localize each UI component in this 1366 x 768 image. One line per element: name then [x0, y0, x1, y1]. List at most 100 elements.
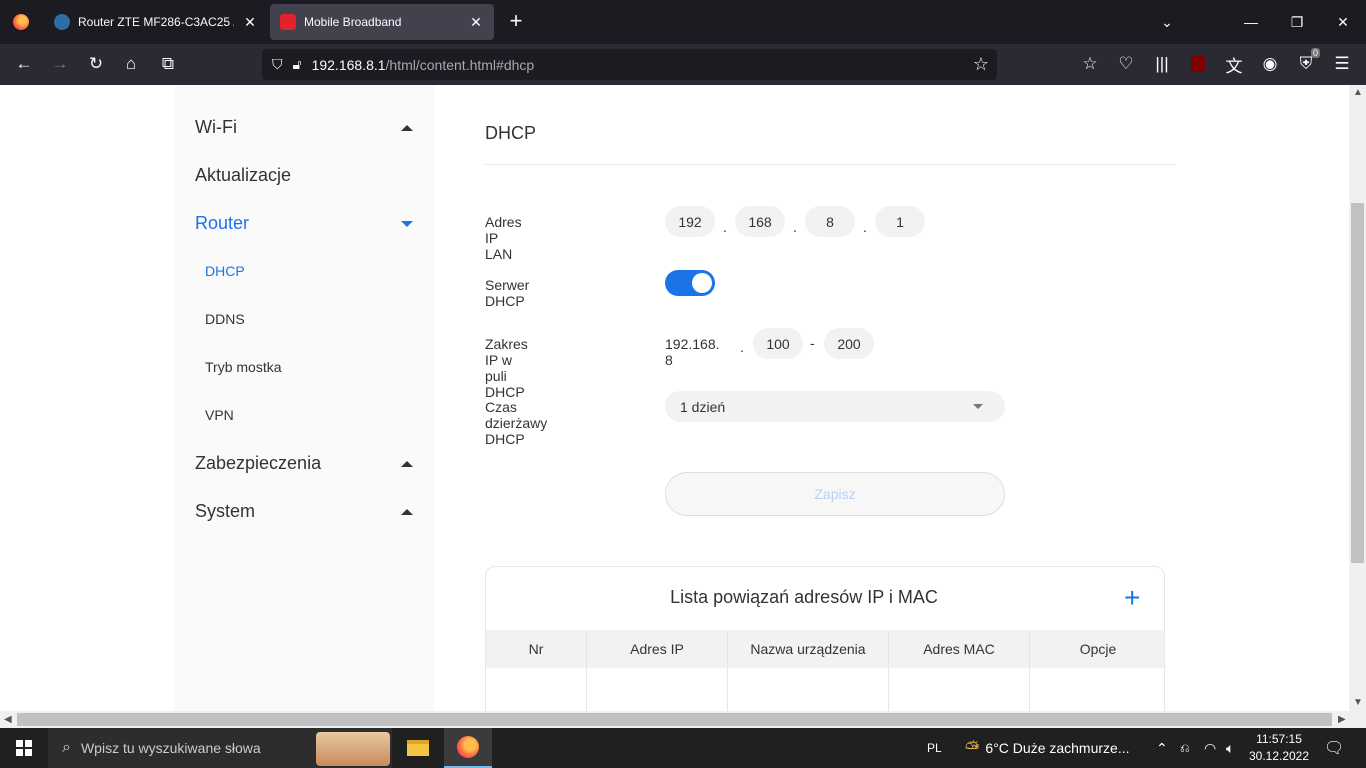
sidebar-item-router[interactable]: Router [195, 213, 249, 234]
weather-widget[interactable]: ⛅︎ 6°C Duże zachmurze... [965, 728, 1130, 768]
tab-mobile-broadband[interactable]: Mobile Broadband ✕ [270, 4, 494, 40]
home-icon[interactable]: ⌂ [119, 52, 143, 76]
firefox-view-button[interactable] [0, 0, 42, 44]
file-explorer-icon[interactable] [394, 728, 442, 768]
firefox-icon [13, 14, 29, 30]
scroll-left-icon[interactable]: ◀ [4, 714, 12, 725]
scroll-down-icon[interactable]: ▼ [1353, 697, 1363, 708]
windows-icon [16, 740, 32, 756]
minimize-icon[interactable]: — [1228, 0, 1274, 44]
sidebar-item-system[interactable]: System [195, 501, 255, 522]
column-header: Adres IP [587, 630, 728, 668]
extension-shield-icon[interactable]: ⛨ 0 [1294, 48, 1320, 76]
lan-ip-label: Adres IP LAN [485, 214, 522, 262]
pool-label: Zakres IP w puli DHCP [485, 336, 528, 400]
menu-icon[interactable]: ☰ [1330, 52, 1354, 76]
column-header: Nr [486, 630, 587, 668]
sidebar-item-wifi[interactable]: Wi-Fi [195, 117, 237, 138]
column-header: Nazwa urządzenia [728, 630, 889, 668]
search-highlight-icon [316, 732, 390, 766]
scrollbar-thumb[interactable] [17, 713, 1332, 726]
scroll-up-icon[interactable]: ▲ [1353, 87, 1363, 98]
clock-date: 30.12.2022 [1248, 749, 1310, 763]
pool-start-input[interactable]: 100 [753, 328, 803, 359]
table-header: Nr Adres IP Nazwa urządzenia Adres MAC O… [486, 630, 1164, 668]
divider [485, 164, 1175, 165]
library-icon[interactable]: ||| [1150, 52, 1174, 76]
start-button[interactable] [0, 728, 48, 768]
pool-separator: - [810, 335, 815, 351]
vertical-scrollbar[interactable]: ▲ ▼ [1349, 85, 1366, 711]
ip-dot: . [863, 219, 867, 235]
zte-favicon-icon [54, 14, 70, 30]
sidebar-subitem-ddns[interactable]: DDNS [205, 311, 245, 327]
tab-router-zte[interactable]: Router ZTE MF286-C3AC25 / T-Mobile ✕ [44, 0, 268, 44]
dhcp-server-toggle[interactable] [665, 270, 715, 296]
chevron-down-icon[interactable] [401, 221, 413, 227]
table-row [486, 668, 1164, 711]
pool-end-input[interactable]: 200 [824, 328, 874, 359]
url-host: 192.168.8.1 [311, 56, 386, 73]
card-title: Lista powiązań adresów IP i MAC [670, 587, 938, 607]
chevron-up-icon[interactable]: ⌃ [1156, 728, 1168, 768]
scrollbar-thumb[interactable] [1351, 203, 1364, 563]
ublock-icon[interactable] [1186, 52, 1210, 76]
lease-select[interactable]: 1 dzień [665, 391, 1005, 422]
firefox-taskbar-icon[interactable] [444, 728, 492, 768]
forward-icon[interactable]: → [48, 52, 72, 76]
sidebar-subitem-dhcp[interactable]: DHCP [205, 263, 245, 279]
system-clock[interactable]: 11:57:15 30.12.2022 [1240, 731, 1318, 765]
pool-prefix: 192.168. 8 [665, 336, 720, 368]
cloudy-sun-icon: ⛅︎ [965, 737, 980, 758]
sidebar-item-zabezpieczenia[interactable]: Zabezpieczenia [195, 453, 321, 474]
volume-icon[interactable]: 🔈︎ [1226, 728, 1234, 768]
translate-icon[interactable]: 文 [1222, 52, 1246, 76]
chevron-up-icon[interactable] [401, 461, 413, 467]
chevron-up-icon[interactable] [401, 125, 413, 131]
language-indicator[interactable]: PL [927, 728, 942, 768]
url-path: /html/content.html#dhcp [385, 56, 535, 73]
pocket-save-icon[interactable]: ☆ [1078, 52, 1102, 76]
insecure-lock-icon[interactable]: 🔓︎ [293, 56, 302, 73]
weather-text: 6°C Duże zachmurze... [985, 740, 1130, 756]
shield-icon[interactable]: ⛉ [272, 56, 283, 73]
privacy-eye-icon[interactable]: ◉ [1258, 52, 1282, 76]
notifications-icon[interactable]: 🗨︎ [1324, 728, 1344, 768]
lan-ip-octet-2[interactable]: 168 [735, 206, 785, 237]
list-all-tabs-icon[interactable]: ⌄ [1144, 0, 1190, 44]
dhcp-server-label: Serwer DHCP [485, 277, 530, 309]
add-binding-icon[interactable]: + [1124, 584, 1140, 612]
sidebar-item-aktualizacje[interactable]: Aktualizacje [195, 165, 291, 186]
lease-label: Czas dzierżawy DHCP [485, 399, 548, 447]
network-icon[interactable]: ⎌ [1180, 728, 1190, 768]
tab-title: Mobile Broadband [304, 15, 402, 29]
pocket-icon[interactable]: ♡ [1114, 52, 1138, 76]
search-icon: ⌕ [62, 739, 71, 756]
lan-ip-octet-4[interactable]: 1 [875, 206, 925, 237]
close-icon[interactable]: ✕ [468, 14, 484, 31]
restore-icon[interactable]: ❐ [1274, 0, 1320, 44]
sidebar-subitem-tryb-mostka[interactable]: Tryb mostka [205, 359, 282, 375]
ip-dot: . [723, 219, 727, 235]
page: Wi-Fi Aktualizacje Router DHCP DDNS Tryb… [0, 85, 1349, 711]
taskbar-search[interactable]: ⌕ Wpisz tu wyszukiwane słowa [48, 728, 392, 768]
scroll-right-icon[interactable]: ▶ [1338, 714, 1346, 725]
save-button[interactable]: Zapisz [665, 472, 1005, 516]
lan-ip-octet-3[interactable]: 8 [805, 206, 855, 237]
extensions-icon[interactable]: ⧉ [156, 52, 180, 76]
reload-icon[interactable]: ↻ [84, 52, 108, 76]
wifi-icon[interactable]: ◠ [1204, 728, 1216, 768]
chevron-up-icon[interactable] [401, 509, 413, 515]
horizontal-scrollbar[interactable]: ◀ ▶ [0, 711, 1366, 728]
sidebar: Wi-Fi Aktualizacje Router DHCP DDNS Tryb… [175, 85, 435, 711]
url-bar[interactable]: ⛉ 🔓︎ 192.168.8.1/html/content.html#dhcp … [262, 49, 997, 80]
lan-ip-octet-1[interactable]: 192 [665, 206, 715, 237]
page-title: DHCP [485, 123, 537, 143]
sidebar-subitem-vpn[interactable]: VPN [205, 407, 234, 423]
close-icon[interactable]: ✕ [242, 14, 258, 31]
new-tab-icon[interactable]: + [504, 10, 528, 34]
ip-dot: . [793, 219, 797, 235]
bookmark-star-icon[interactable]: ☆ [973, 54, 989, 75]
back-icon[interactable]: ← [12, 52, 36, 76]
window-close-icon[interactable]: ✕ [1320, 0, 1366, 44]
